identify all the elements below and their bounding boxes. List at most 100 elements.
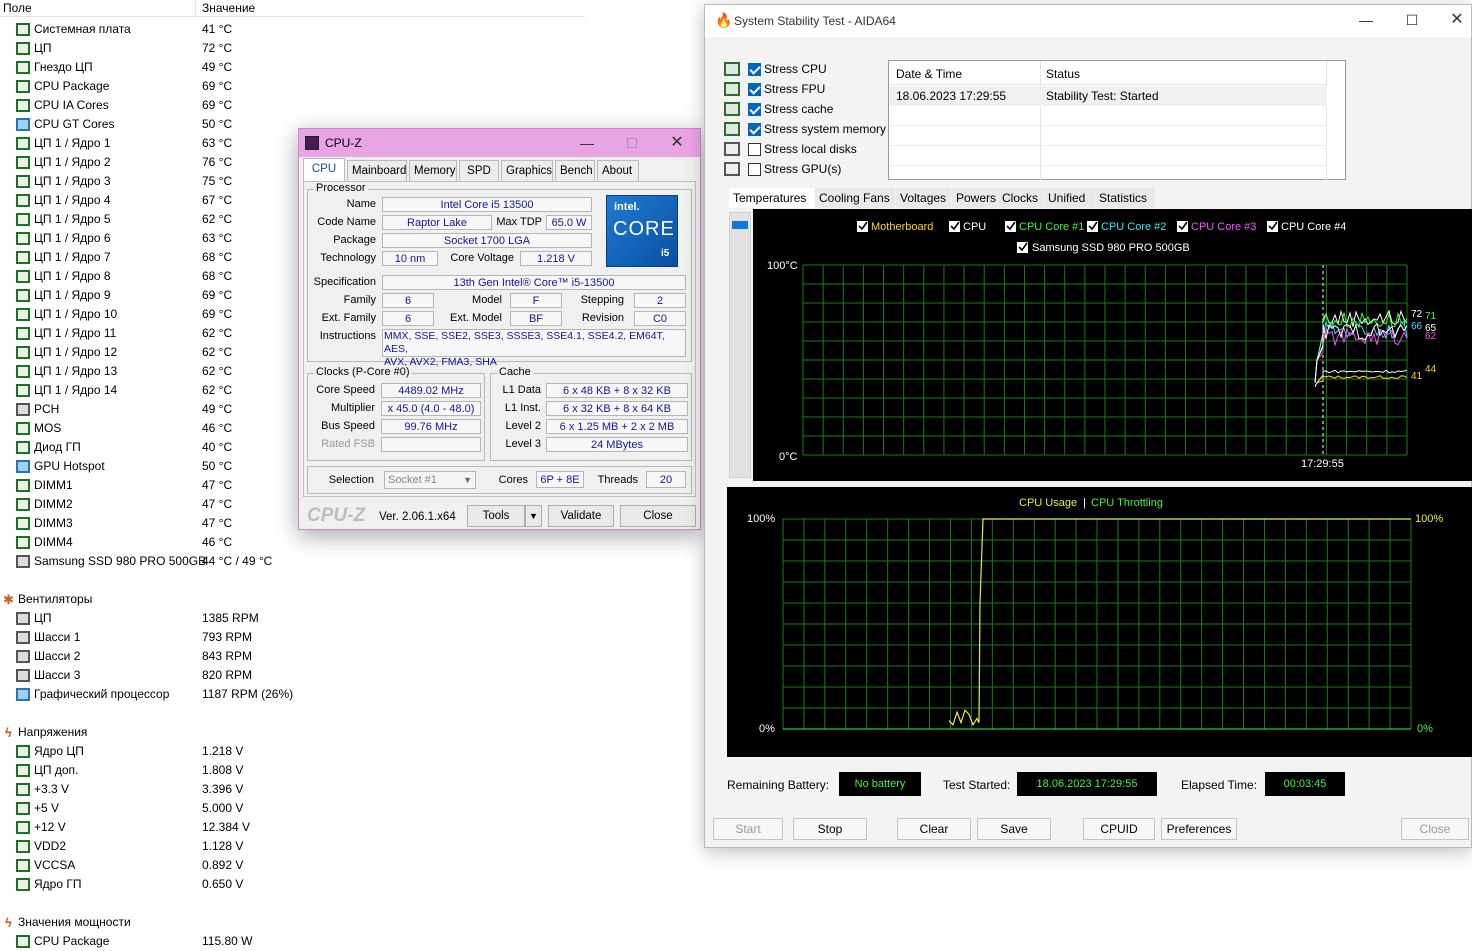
tab-clocks[interactable]: Clocks xyxy=(998,188,1043,208)
stop-button[interactable]: Stop xyxy=(793,818,867,840)
tools-button[interactable]: Tools xyxy=(467,505,525,527)
sensor-label: Шасси 3 xyxy=(34,668,81,682)
tab-cpu[interactable]: CPU xyxy=(303,158,345,181)
tab-about[interactable]: About xyxy=(597,160,639,181)
scroll-thumb[interactable] xyxy=(732,221,748,229)
close-button[interactable]: Close xyxy=(620,505,696,527)
sensor-label: DIMM1 xyxy=(34,478,73,492)
sensor-icon xyxy=(16,745,30,758)
tab-bench[interactable]: Bench xyxy=(555,160,595,181)
sensor-label: VDD2 xyxy=(34,839,67,853)
series-end-label: 44 xyxy=(1425,364,1437,375)
maxtdp-value: 65.0 W xyxy=(546,215,592,230)
maximize-icon[interactable]: ☐ xyxy=(617,133,647,153)
sensor-icon xyxy=(16,118,30,131)
sensor-label: Диод ГП xyxy=(34,440,81,454)
column-header-value[interactable]: Значение xyxy=(202,1,255,15)
close-icon[interactable]: ✕ xyxy=(1442,10,1472,30)
tab-temperatures[interactable]: Temperatures xyxy=(729,188,815,208)
list-item[interactable]: Шасси 3 820 RPM xyxy=(0,666,585,685)
list-item[interactable]: CPU Package 69 °C xyxy=(0,77,585,96)
graph-scrollbar[interactable] xyxy=(729,212,751,478)
validate-button[interactable]: Validate xyxy=(548,505,614,527)
list-item[interactable]: Шасси 1 793 RPM xyxy=(0,628,585,647)
tab-powers[interactable]: Powers xyxy=(952,188,997,208)
stress-option-label[interactable]: Stress cache xyxy=(764,102,833,116)
list-item[interactable]: ЦП доп. 1.808 V xyxy=(0,761,585,780)
legend-label: CPU Core #4 xyxy=(1281,221,1346,233)
sensor-icon xyxy=(16,460,30,473)
tab-mainboard[interactable]: Mainboard xyxy=(347,160,407,181)
cpuz-titlebar[interactable]: CPU-Z — ☐ ✕ xyxy=(299,129,700,157)
list-item[interactable]: Системная плата 41 °C xyxy=(0,20,585,39)
tab-spd[interactable]: SPD xyxy=(459,160,499,181)
maximize-icon[interactable]: ☐ xyxy=(1397,10,1427,30)
sensor-value: 63 °C xyxy=(202,231,233,245)
sensor-label: CPU Package xyxy=(34,934,110,948)
sensor-icon xyxy=(16,631,30,644)
stress-checkbox[interactable] xyxy=(748,83,761,96)
start-button[interactable]: Start xyxy=(713,818,783,840)
list-item[interactable]: Ядро ЦП 1.218 V xyxy=(0,742,585,761)
stress-device-icon xyxy=(724,162,740,176)
stress-checkbox[interactable] xyxy=(748,63,761,76)
list-item[interactable]: CPU Package 115.80 W xyxy=(0,932,585,951)
sensor-value: 49 °C xyxy=(202,402,233,416)
list-item[interactable]: +12 V 12.384 V xyxy=(0,818,585,837)
list-item[interactable]: +3.3 V 3.396 V xyxy=(0,780,585,799)
preferences-button[interactable]: Preferences xyxy=(1161,818,1237,840)
stress-checkbox[interactable] xyxy=(748,143,761,156)
selection-dropdown[interactable]: Socket #1 ▼ xyxy=(384,471,476,489)
aida-titlebar[interactable]: 🔥 System Stability Test - AIDA64 — ☐ ✕ xyxy=(705,5,1471,37)
list-item[interactable]: Шасси 2 843 RPM xyxy=(0,647,585,666)
tab-voltages[interactable]: Voltages xyxy=(896,188,951,208)
sensor-icon xyxy=(16,194,30,207)
tab-statistics[interactable]: Statistics xyxy=(1095,188,1155,208)
minimize-icon[interactable]: — xyxy=(572,133,602,153)
tab-unified[interactable]: Unified xyxy=(1044,188,1094,208)
tab-graphics[interactable]: Graphics xyxy=(501,160,553,181)
close-icon[interactable]: ✕ xyxy=(662,133,692,153)
stress-checkbox[interactable] xyxy=(748,123,761,136)
cpuid-button[interactable]: CPUID xyxy=(1083,818,1155,840)
minimize-icon[interactable]: — xyxy=(1351,10,1381,30)
list-item[interactable]: CPU IA Cores 69 °C xyxy=(0,96,585,115)
list-item[interactable]: VCCSA 0.892 V xyxy=(0,856,585,875)
list-item[interactable]: +5 V 5.000 V xyxy=(0,799,585,818)
log-header-datetime[interactable]: Date & Time xyxy=(896,67,962,81)
list-item[interactable]: DIMM4 46 °C xyxy=(0,533,585,552)
ext-family-value: 6 xyxy=(382,311,434,326)
close-button[interactable]: Close xyxy=(1401,818,1469,840)
sensor-value: 1.128 V xyxy=(202,839,244,853)
list-item[interactable]: Гнездо ЦП 49 °C xyxy=(0,58,585,77)
clear-button[interactable]: Clear xyxy=(897,818,971,840)
stress-checkbox[interactable] xyxy=(748,163,761,176)
column-header-field[interactable]: Поле xyxy=(3,1,32,15)
y-axis-label: 100°C xyxy=(767,260,798,272)
family-value: 6 xyxy=(382,293,434,308)
stress-option-label[interactable]: Stress CPU xyxy=(764,62,827,76)
tools-dropdown-icon[interactable]: ▼ xyxy=(525,505,542,527)
list-item[interactable]: ЦП 72 °C xyxy=(0,39,585,58)
list-item[interactable]: ЦП 1385 RPM xyxy=(0,609,585,628)
log-header-status[interactable]: Status xyxy=(1046,67,1080,81)
package-value: Socket 1700 LGA xyxy=(382,233,592,248)
stress-option-label[interactable]: Stress local disks xyxy=(764,142,857,156)
stress-option-label[interactable]: Stress system memory xyxy=(764,122,886,136)
list-item[interactable]: Ядро ГП 0.650 V xyxy=(0,875,585,894)
list-item[interactable]: Графический процессор 1187 RPM (26%) xyxy=(0,685,585,704)
sensor-label: CPU IA Cores xyxy=(34,98,109,112)
list-item[interactable]: VDD2 1.128 V xyxy=(0,837,585,856)
stress-option-label[interactable]: Stress FPU xyxy=(764,82,825,96)
sensor-icon xyxy=(16,802,30,815)
table-row[interactable]: 18.06.2023 17:29:55 Stability Test: Star… xyxy=(889,86,1327,106)
specification-value: 13th Gen Intel® Core™ i5-13500 xyxy=(382,275,686,290)
tab-cooling-fans[interactable]: Cooling Fans xyxy=(815,188,895,208)
stress-option-label[interactable]: Stress GPU(s) xyxy=(764,162,841,176)
list-item[interactable]: Samsung SSD 980 PRO 500GB 44 °C / 49 °C xyxy=(0,552,585,571)
specification-label: Specification xyxy=(313,276,376,288)
sensor-icon xyxy=(16,327,30,340)
tab-memory[interactable]: Memory xyxy=(409,160,457,181)
stress-checkbox[interactable] xyxy=(748,103,761,116)
save-button[interactable]: Save xyxy=(977,818,1051,840)
